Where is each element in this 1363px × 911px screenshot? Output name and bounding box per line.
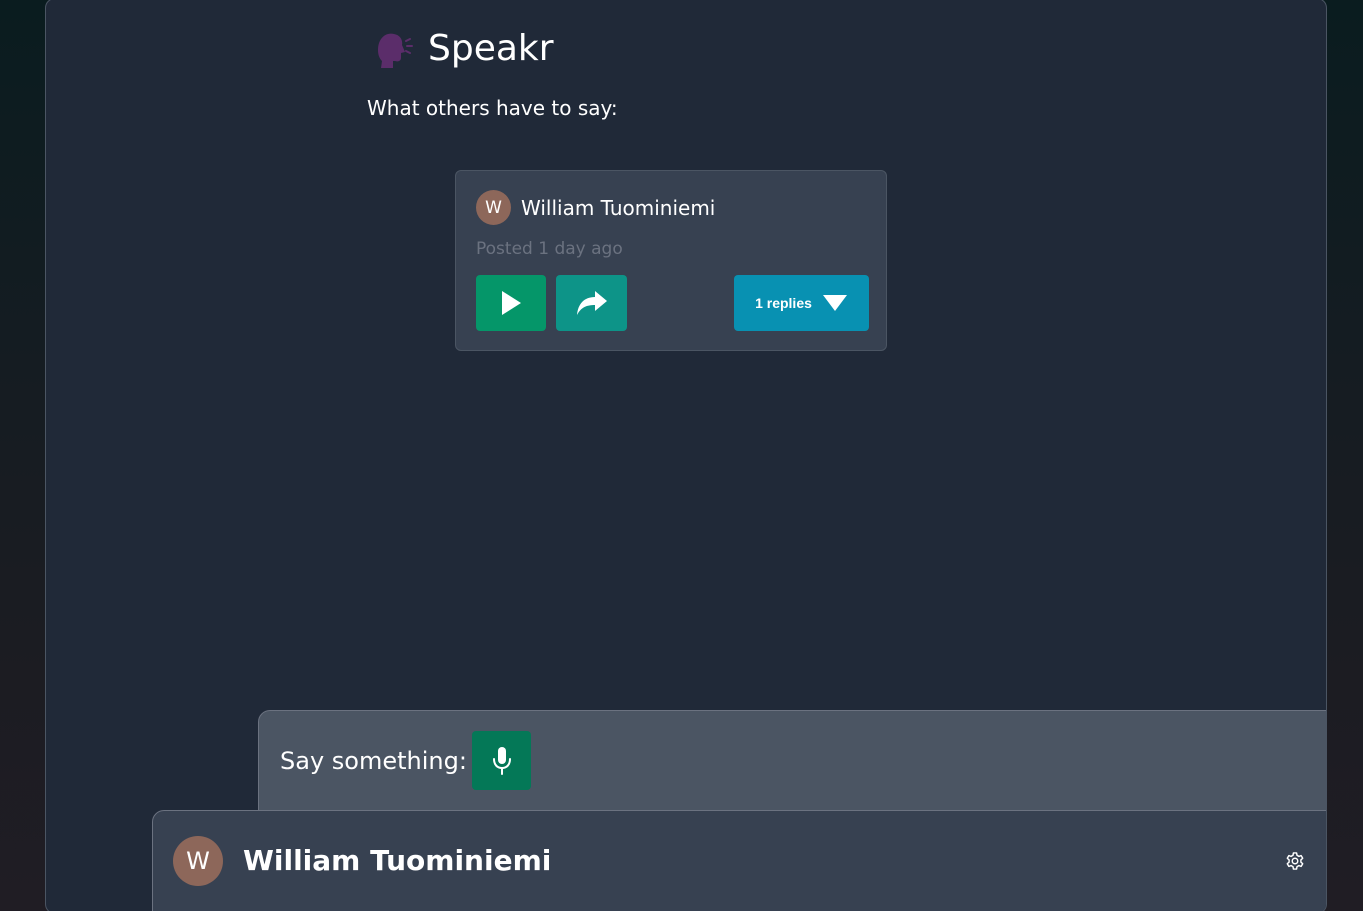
composer-label: Say something: <box>280 747 467 775</box>
caret-down-icon <box>822 295 847 311</box>
replies-toggle-button[interactable]: 1 replies <box>734 275 869 331</box>
play-button[interactable] <box>476 275 546 331</box>
share-icon <box>576 291 607 315</box>
post-header: W William Tuominiemi <box>476 190 715 225</box>
current-user-bar: W William Tuominiemi <box>152 810 1326 911</box>
composer-panel: Say something: <box>258 710 1326 820</box>
avatar[interactable]: W <box>476 190 511 225</box>
brand-header: Speakr <box>372 27 554 71</box>
settings-button[interactable] <box>1283 849 1307 873</box>
share-button[interactable] <box>556 275 627 331</box>
user-avatar[interactable]: W <box>173 836 223 886</box>
post-card: W William Tuominiemi Posted 1 day ago 1 … <box>455 170 887 351</box>
post-timestamp: Posted 1 day ago <box>476 239 623 259</box>
gear-icon <box>1286 852 1304 870</box>
replies-count: 1 replies <box>755 295 812 311</box>
app-window: Speakr What others have to say: W Willia… <box>45 0 1327 911</box>
feed-heading: What others have to say: <box>367 96 618 120</box>
microphone-icon <box>492 746 511 775</box>
speaking-head-icon <box>378 33 413 68</box>
user-name: William Tuominiemi <box>243 844 552 877</box>
post-author[interactable]: William Tuominiemi <box>521 196 715 220</box>
record-button[interactable] <box>472 731 531 790</box>
play-icon <box>502 291 521 315</box>
app-title: Speakr <box>428 28 554 69</box>
